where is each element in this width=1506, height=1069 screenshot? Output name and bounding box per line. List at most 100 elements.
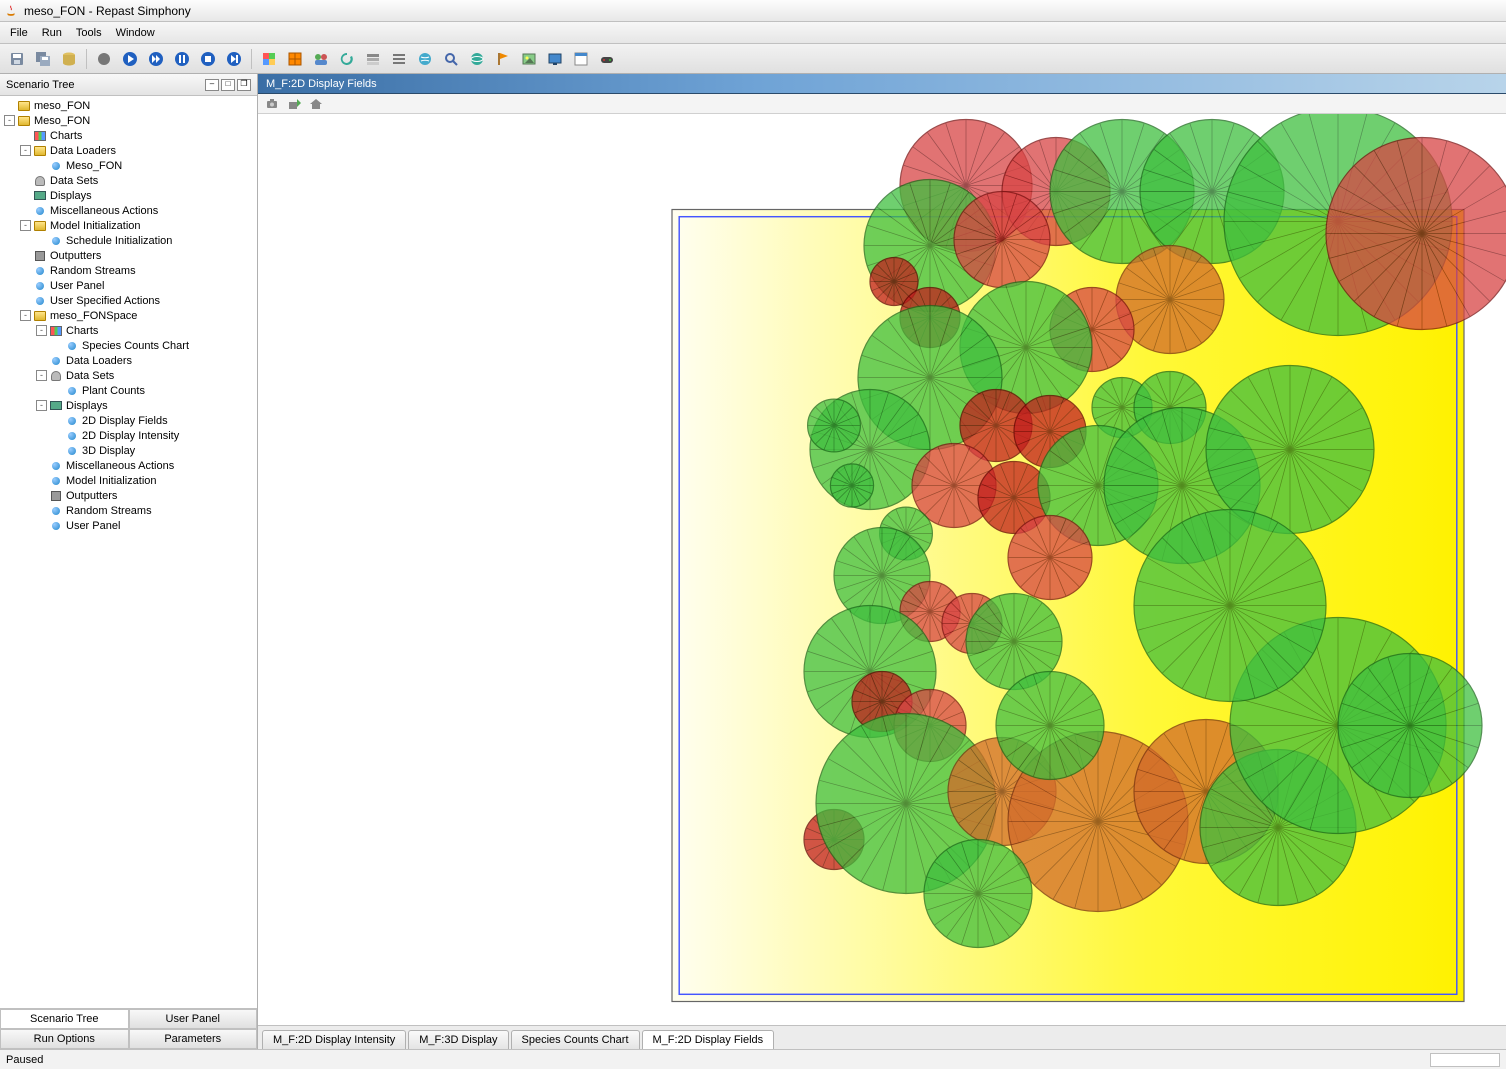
db-icon[interactable] — [58, 48, 80, 70]
sidebar-tab-user-panel[interactable]: User Panel — [129, 1009, 258, 1029]
tree-node[interactable]: 3D Display — [0, 443, 257, 458]
users-icon[interactable] — [310, 48, 332, 70]
inspect-icon[interactable] — [440, 48, 462, 70]
tree-node[interactable]: User Specified Actions — [0, 293, 257, 308]
maximize-panel-icon[interactable]: □ — [221, 79, 235, 91]
screen-icon[interactable] — [544, 48, 566, 70]
controller-icon[interactable] — [596, 48, 618, 70]
tree-dot-blue — [49, 355, 63, 367]
tree-toggle-icon[interactable]: - — [20, 220, 31, 231]
tree-label: Outputters — [66, 490, 117, 502]
tree-node[interactable]: -Data Loaders — [0, 143, 257, 158]
minimize-panel-icon[interactable]: – — [205, 79, 219, 91]
simulation-canvas[interactable] — [258, 114, 1506, 1025]
stop-icon[interactable] — [197, 48, 219, 70]
tree-node[interactable]: Outputters — [0, 488, 257, 503]
layers-icon[interactable] — [362, 48, 384, 70]
tree-toggle-icon[interactable]: - — [36, 325, 47, 336]
tree-label: meso_FONSpace — [50, 310, 137, 322]
tree-dot-blue — [49, 460, 63, 472]
tree-label: 2D Display Fields — [82, 415, 168, 427]
refresh-icon[interactable] — [336, 48, 358, 70]
sidebar-tab-run-options[interactable]: Run Options — [0, 1029, 129, 1049]
tree-dot-blue — [49, 520, 63, 532]
tree-toggle-icon[interactable]: - — [36, 400, 47, 411]
tree-dot-blue — [65, 430, 79, 442]
tree-node[interactable]: Displays — [0, 188, 257, 203]
image-icon[interactable] — [518, 48, 540, 70]
export-icon[interactable] — [286, 96, 302, 112]
tree-label: User Panel — [66, 520, 120, 532]
tree-node[interactable]: Random Streams — [0, 503, 257, 518]
menu-window[interactable]: Window — [110, 25, 161, 41]
browser-icon[interactable] — [466, 48, 488, 70]
camera-icon[interactable] — [264, 96, 280, 112]
tree-node[interactable]: Miscellaneous Actions — [0, 458, 257, 473]
tree-node[interactable]: 2D Display Intensity — [0, 428, 257, 443]
tree-node[interactable]: -Displays — [0, 398, 257, 413]
save-all-icon[interactable] — [32, 48, 54, 70]
view-tab[interactable]: Species Counts Chart — [511, 1030, 640, 1049]
tree-label: Model Initialization — [66, 475, 157, 487]
tree-node[interactable]: Schedule Initialization — [0, 233, 257, 248]
tree-toggle-icon[interactable]: - — [4, 115, 15, 126]
tree-node[interactable]: Data Sets — [0, 173, 257, 188]
tree-node[interactable]: User Panel — [0, 518, 257, 533]
content-area: M_F:2D Display Fields M_F:2D Display Int… — [258, 74, 1506, 1049]
tree-node[interactable]: Outputters — [0, 248, 257, 263]
sidebar-tab-parameters[interactable]: Parameters — [129, 1029, 258, 1049]
flag-icon[interactable] — [492, 48, 514, 70]
tree-node[interactable]: Meso_FON — [0, 158, 257, 173]
pause-icon[interactable] — [171, 48, 193, 70]
tree-label: User Specified Actions — [50, 295, 160, 307]
tree-toggle-icon[interactable]: - — [20, 145, 31, 156]
tree-node[interactable]: meso_FON — [0, 98, 257, 113]
tree-node[interactable]: Species Counts Chart — [0, 338, 257, 353]
tree-node[interactable]: -Data Sets — [0, 368, 257, 383]
home-icon[interactable] — [308, 96, 324, 112]
menu-file[interactable]: File — [4, 25, 34, 41]
fast-forward-icon[interactable] — [145, 48, 167, 70]
tree-node[interactable]: 2D Display Fields — [0, 413, 257, 428]
scenario-tree[interactable]: meso_FON-Meso_FONCharts-Data LoadersMeso… — [0, 96, 257, 1008]
tree-toggle-icon[interactable]: - — [20, 310, 31, 321]
list-icon[interactable] — [388, 48, 410, 70]
sidebar-tab-scenario-tree[interactable]: Scenario Tree — [0, 1009, 129, 1029]
tree-chart-ic — [33, 130, 47, 142]
tree-label: Meso_FON — [66, 160, 122, 172]
record-icon[interactable] — [93, 48, 115, 70]
save-icon[interactable] — [6, 48, 28, 70]
sidebar-panel-title: Scenario Tree — [6, 79, 74, 91]
tree-node[interactable]: - meso_FONSpace — [0, 308, 257, 323]
palette-icon[interactable] — [258, 48, 280, 70]
view-toolbar — [258, 94, 1506, 114]
menu-run[interactable]: Run — [36, 25, 68, 41]
step-icon[interactable] — [223, 48, 245, 70]
tree-node[interactable]: Model Initialization — [0, 473, 257, 488]
grid-color-icon[interactable] — [284, 48, 306, 70]
view-tab[interactable]: M_F:2D Display Intensity — [262, 1030, 406, 1049]
tree-node[interactable]: Miscellaneous Actions — [0, 203, 257, 218]
globe-icon[interactable] — [414, 48, 436, 70]
view-title-bar: M_F:2D Display Fields — [258, 74, 1506, 94]
window-icon[interactable] — [570, 48, 592, 70]
tree-node[interactable]: -Model Initialization — [0, 218, 257, 233]
tree-node[interactable]: -Charts — [0, 323, 257, 338]
tree-folder — [33, 145, 47, 157]
tree-node[interactable]: -Meso_FON — [0, 113, 257, 128]
menu-tools[interactable]: Tools — [70, 25, 108, 41]
tree-label: Displays — [50, 190, 92, 202]
tree-node[interactable]: Charts — [0, 128, 257, 143]
restore-panel-icon[interactable]: ❐ — [237, 79, 251, 91]
tree-label: Charts — [50, 130, 82, 142]
tree-node[interactable]: Plant Counts — [0, 383, 257, 398]
tree-node[interactable]: User Panel — [0, 278, 257, 293]
tree-node[interactable]: Random Streams — [0, 263, 257, 278]
view-tab[interactable]: M_F:2D Display Fields — [642, 1030, 775, 1049]
tree-node[interactable]: Data Loaders — [0, 353, 257, 368]
tree-dot-blue — [65, 415, 79, 427]
play-icon[interactable] — [119, 48, 141, 70]
tree-toggle-icon[interactable]: - — [36, 370, 47, 381]
view-tab[interactable]: M_F:3D Display — [408, 1030, 508, 1049]
tree-dot-blue — [65, 445, 79, 457]
